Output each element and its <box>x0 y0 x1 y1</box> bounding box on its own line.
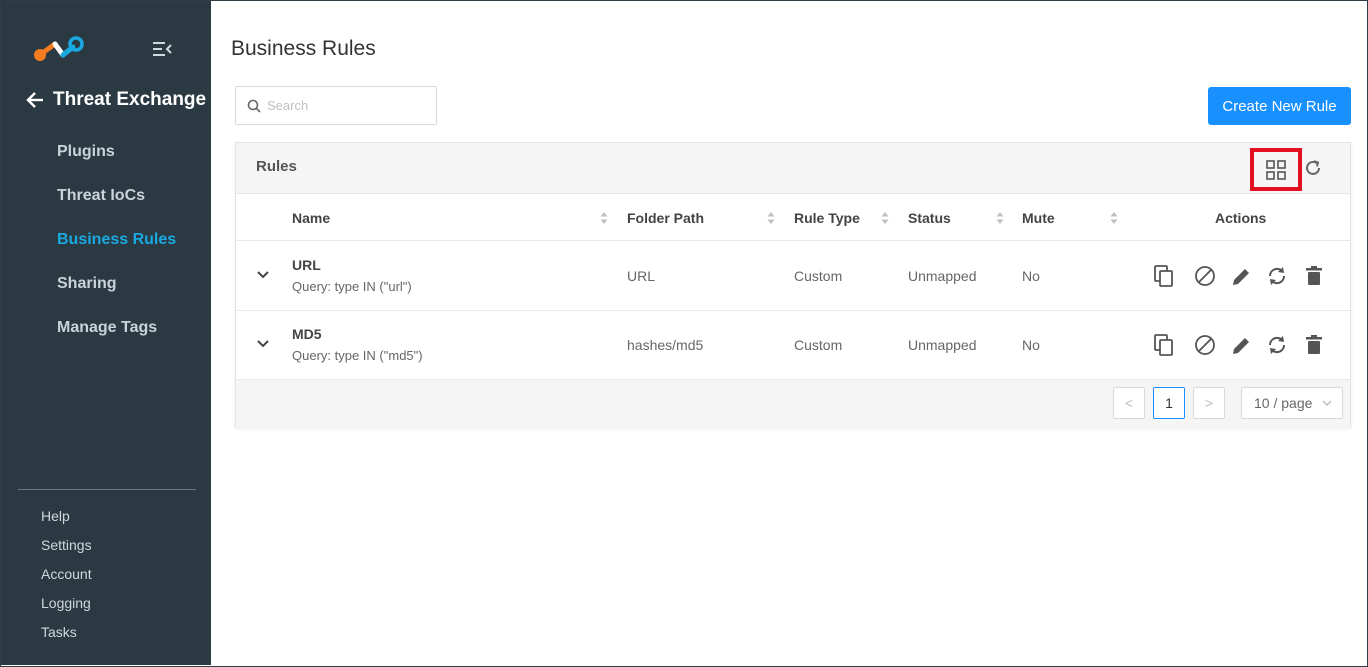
sidebar-item-plugins[interactable]: Plugins <box>57 143 115 161</box>
sidebar-footer-help[interactable]: Help <box>41 508 70 524</box>
table-row: URL Query: type IN ("url") URL Custom Un… <box>236 242 1350 311</box>
rule-query: Query: type IN ("url") <box>292 279 412 294</box>
prev-page-button[interactable]: < <box>1113 387 1145 419</box>
rule-name: URL <box>292 257 321 273</box>
rule-query: Query: type IN ("md5") <box>292 348 423 363</box>
grid-view-button[interactable] <box>1250 148 1302 191</box>
sidebar: Threat Exchange Plugins Threat IoCs Busi… <box>1 1 211 665</box>
page-size-label: 10 / page <box>1254 395 1313 411</box>
column-header-mute[interactable]: Mute <box>1022 210 1055 226</box>
next-page-button[interactable]: > <box>1193 387 1225 419</box>
copy-icon[interactable] <box>1153 333 1175 357</box>
card-header: Rules <box>236 143 1350 194</box>
search-box[interactable] <box>235 86 437 125</box>
disable-icon[interactable] <box>1194 333 1216 357</box>
search-icon <box>247 99 261 113</box>
edit-icon[interactable] <box>1230 264 1252 288</box>
delete-icon[interactable] <box>1303 264 1325 288</box>
sidebar-footer-tasks[interactable]: Tasks <box>41 624 77 640</box>
rule-type-cell: Custom <box>794 268 843 284</box>
mute-cell: No <box>1022 268 1040 284</box>
sync-icon[interactable] <box>1266 333 1288 357</box>
column-header-status[interactable]: Status <box>908 210 951 226</box>
refresh-icon[interactable] <box>1302 157 1324 179</box>
table-row: MD5 Query: type IN ("md5") hashes/md5 Cu… <box>236 311 1350 380</box>
sidebar-item-business-rules[interactable]: Business Rules <box>57 231 176 249</box>
delete-icon[interactable] <box>1303 333 1325 357</box>
sidebar-footer-settings[interactable]: Settings <box>41 537 92 553</box>
sidebar-item-manage-tags[interactable]: Manage Tags <box>57 319 157 337</box>
folder-path-cell: URL <box>627 268 656 284</box>
arrow-left-icon <box>26 92 43 108</box>
sidebar-divider <box>18 489 196 490</box>
rules-card: Rules Name Folder Path Rule Type Status … <box>235 142 1351 428</box>
disable-icon[interactable] <box>1194 264 1216 288</box>
sort-icon[interactable] <box>881 211 889 225</box>
page-size-select[interactable]: 10 / page <box>1241 387 1343 419</box>
status-cell: Unmapped <box>908 268 977 284</box>
sort-icon[interactable] <box>1110 211 1118 225</box>
sort-icon[interactable] <box>600 211 608 225</box>
folder-path-cell: hashes/md5 <box>627 337 704 353</box>
chevron-down-icon <box>1322 400 1332 406</box>
copy-icon[interactable] <box>1153 264 1175 288</box>
sidebar-item-threat-iocs[interactable]: Threat IoCs <box>57 187 145 205</box>
pagination-bar: < 1 > 10 / page <box>236 380 1350 428</box>
sidebar-footer-logging[interactable]: Logging <box>41 595 91 611</box>
sidebar-footer-account[interactable]: Account <box>41 566 92 582</box>
chevron-down-icon[interactable] <box>256 337 270 351</box>
create-new-rule-button[interactable]: Create New Rule <box>1208 87 1351 125</box>
status-cell: Unmapped <box>908 337 977 353</box>
page-title: Business Rules <box>231 37 376 60</box>
column-header-actions: Actions <box>1215 210 1267 226</box>
chevron-down-icon[interactable] <box>256 268 270 282</box>
column-header-folder-path[interactable]: Folder Path <box>627 210 704 226</box>
grid-view-icon <box>1266 159 1286 180</box>
card-title: Rules <box>256 158 297 175</box>
column-header-name[interactable]: Name <box>292 210 330 226</box>
column-header-rule-type[interactable]: Rule Type <box>794 210 860 226</box>
edit-icon[interactable] <box>1230 333 1252 357</box>
sidebar-item-sharing[interactable]: Sharing <box>57 275 117 293</box>
sort-icon[interactable] <box>996 211 1004 225</box>
page-number-button[interactable]: 1 <box>1153 387 1185 419</box>
rule-type-cell: Custom <box>794 337 843 353</box>
search-input[interactable] <box>267 98 427 113</box>
section-title: Threat Exchange <box>53 89 207 110</box>
back-to-threat-exchange[interactable]: Threat Exchange <box>25 89 206 111</box>
sync-icon[interactable] <box>1266 264 1288 288</box>
sort-icon[interactable] <box>767 211 775 225</box>
app-logo-icon <box>34 36 84 61</box>
collapse-menu-icon[interactable] <box>151 39 173 59</box>
table-header: Name Folder Path Rule Type Status Mute A… <box>236 195 1350 241</box>
rule-name: MD5 <box>292 326 322 342</box>
mute-cell: No <box>1022 337 1040 353</box>
